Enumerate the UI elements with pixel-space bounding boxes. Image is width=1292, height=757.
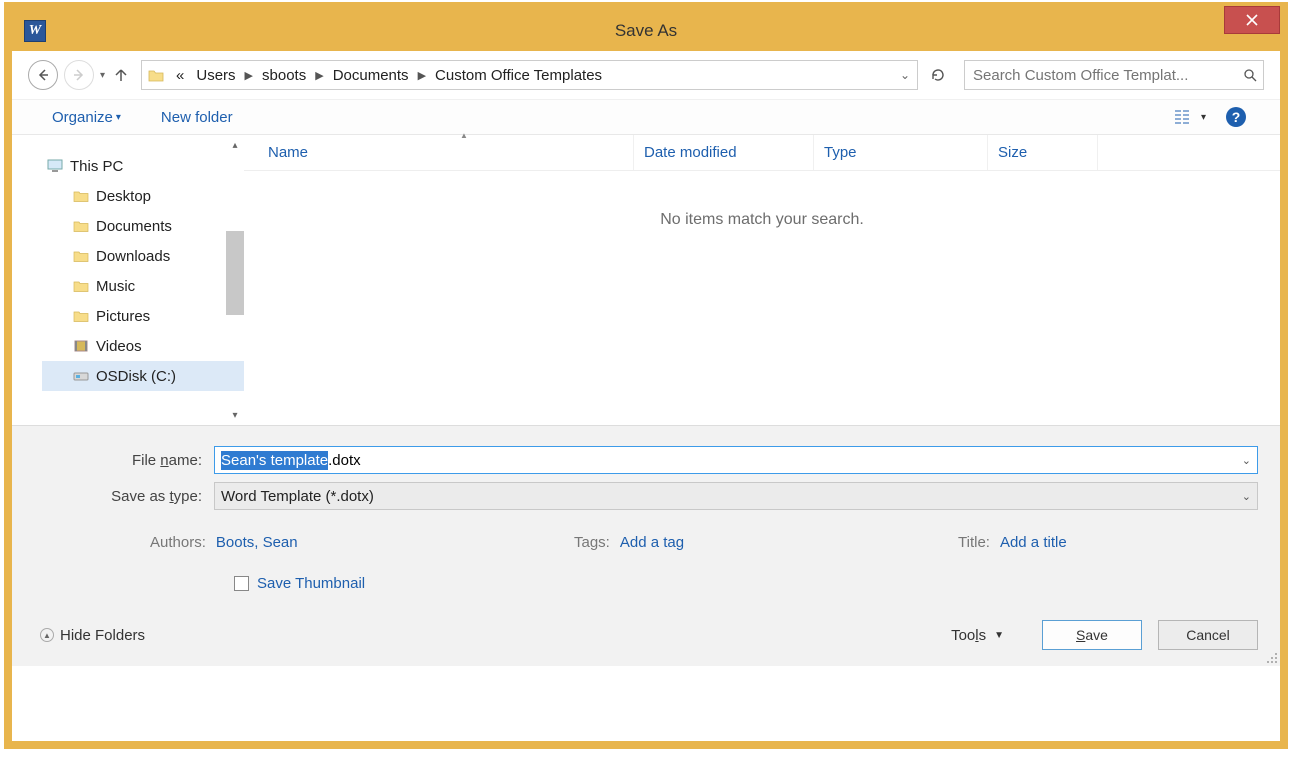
address-dropdown-icon[interactable]: ⌄: [893, 68, 917, 82]
tree-label: This PC: [70, 158, 123, 175]
tree-desktop[interactable]: Desktop: [42, 181, 244, 211]
tree-pictures[interactable]: Pictures: [42, 301, 244, 331]
scroll-thumb[interactable]: [226, 231, 244, 315]
save-thumbnail-checkbox[interactable]: [234, 576, 249, 591]
close-button[interactable]: [1224, 6, 1280, 34]
tags-value[interactable]: Add a tag: [620, 534, 684, 551]
folder-icon: [146, 65, 166, 85]
new-folder-button[interactable]: New folder: [155, 106, 239, 129]
window-title: Save As: [12, 21, 1280, 41]
tree-label: Documents: [96, 218, 172, 235]
col-type[interactable]: Type: [814, 135, 988, 170]
folder-icon: [72, 307, 90, 325]
search-input[interactable]: [971, 66, 1243, 85]
toolbar: Organize▾ New folder ▾ ?: [12, 99, 1280, 135]
breadcrumb-sboots[interactable]: sboots: [256, 67, 312, 84]
chevron-right-icon: ▶: [242, 69, 256, 82]
file-list: ▲Name Date modified Type Size No items m…: [244, 135, 1280, 425]
scroll-down-icon[interactable]: ▾: [226, 405, 244, 425]
search-icon: [1243, 68, 1257, 82]
col-size[interactable]: Size: [988, 135, 1098, 170]
save-as-dialog: Save As ▾ « Users ▶ sboots ▶ Documents ▶…: [4, 2, 1288, 749]
tree-osdisk[interactable]: OSDisk (C:): [42, 361, 244, 391]
breadcrumb-templates[interactable]: Custom Office Templates: [429, 67, 608, 84]
col-name[interactable]: ▲Name: [244, 135, 634, 170]
address-bar[interactable]: « Users ▶ sboots ▶ Documents ▶ Custom Of…: [141, 60, 918, 90]
tools-menu[interactable]: Tools▼: [951, 627, 1004, 644]
filename-input[interactable]: Sean's template.dotx ⌄: [214, 446, 1258, 474]
history-dropdown-icon[interactable]: ▾: [100, 70, 105, 81]
folder-icon: [72, 217, 90, 235]
scroll-up-icon[interactable]: ▴: [226, 135, 244, 155]
pc-icon: [46, 157, 64, 175]
saveastype-value: Word Template (*.dotx): [221, 488, 374, 505]
refresh-button[interactable]: [924, 60, 952, 90]
tree-label: Pictures: [96, 308, 150, 325]
dropdown-icon[interactable]: ⌄: [1242, 490, 1251, 503]
sort-asc-icon: ▲: [460, 131, 468, 140]
tree-documents[interactable]: Documents: [42, 211, 244, 241]
sidebar: This PC Desktop Documents Downloads Musi…: [12, 135, 244, 425]
folder-icon: [72, 187, 90, 205]
tree-downloads[interactable]: Downloads: [42, 241, 244, 271]
up-button[interactable]: [111, 67, 131, 83]
bottom-panel: File name: Sean's template.dotx ⌄ Save a…: [12, 425, 1280, 666]
nav-row: ▾ « Users ▶ sboots ▶ Documents ▶ Custom …: [12, 51, 1280, 99]
tree-music[interactable]: Music: [42, 271, 244, 301]
tags-label: Tags:: [574, 534, 610, 551]
drive-icon: [72, 367, 90, 385]
authors-label: Authors:: [150, 534, 206, 551]
authors-value[interactable]: Boots, Sean: [216, 534, 298, 551]
chevron-right-icon: ▶: [415, 69, 429, 82]
breadcrumb-users[interactable]: Users: [190, 67, 241, 84]
word-app-icon: [24, 20, 46, 42]
tree-videos[interactable]: Videos: [42, 331, 244, 361]
search-box[interactable]: [964, 60, 1264, 90]
tree-this-pc[interactable]: This PC: [42, 151, 244, 181]
title-value[interactable]: Add a title: [1000, 534, 1067, 551]
chevron-right-icon: ▶: [312, 69, 326, 82]
metadata-row: Authors: Boots, Sean Tags: Add a tag Title…: [34, 518, 1258, 557]
view-options-button[interactable]: ▾: [1175, 109, 1206, 125]
tree-label: OSDisk (C:): [96, 368, 176, 385]
back-button[interactable]: [28, 60, 58, 90]
main-area: This PC Desktop Documents Downloads Musi…: [12, 135, 1280, 425]
saveastype-select[interactable]: Word Template (*.dotx) ⌄: [214, 482, 1258, 510]
cancel-button[interactable]: Cancel: [1158, 620, 1258, 650]
hide-folders-toggle[interactable]: ▲ Hide Folders: [40, 627, 145, 644]
col-date[interactable]: Date modified: [634, 135, 814, 170]
help-button[interactable]: ?: [1226, 107, 1246, 127]
filename-label: File name:: [34, 452, 214, 469]
tree-label: Videos: [96, 338, 142, 355]
title-label: Title:: [958, 534, 990, 551]
folder-icon: [72, 277, 90, 295]
titlebar: Save As: [12, 10, 1280, 51]
save-thumbnail-label[interactable]: Save Thumbnail: [257, 575, 365, 592]
organize-button[interactable]: Organize▾: [46, 106, 127, 129]
forward-button[interactable]: [64, 60, 94, 90]
empty-message: No items match your search.: [244, 171, 1280, 425]
sidebar-scrollbar[interactable]: ▴ ▾: [226, 135, 244, 425]
hide-folders-label: Hide Folders: [60, 627, 145, 644]
breadcrumb-documents[interactable]: Documents: [327, 67, 415, 84]
tree-label: Music: [96, 278, 135, 295]
tree-label: Downloads: [96, 248, 170, 265]
saveastype-label: Save as type:: [34, 488, 214, 505]
filename-selected: Sean's template: [221, 451, 328, 470]
save-button[interactable]: Save: [1042, 620, 1142, 650]
tree-label: Desktop: [96, 188, 151, 205]
resize-grip[interactable]: [1265, 651, 1279, 665]
folder-icon: [72, 247, 90, 265]
videos-icon: [72, 337, 90, 355]
filename-suffix: .dotx: [328, 452, 361, 469]
chevron-up-icon: ▲: [40, 628, 54, 642]
breadcrumb-prefix: «: [170, 67, 190, 84]
column-headers: ▲Name Date modified Type Size: [244, 135, 1280, 171]
filename-dropdown-icon[interactable]: ⌄: [1242, 454, 1251, 467]
